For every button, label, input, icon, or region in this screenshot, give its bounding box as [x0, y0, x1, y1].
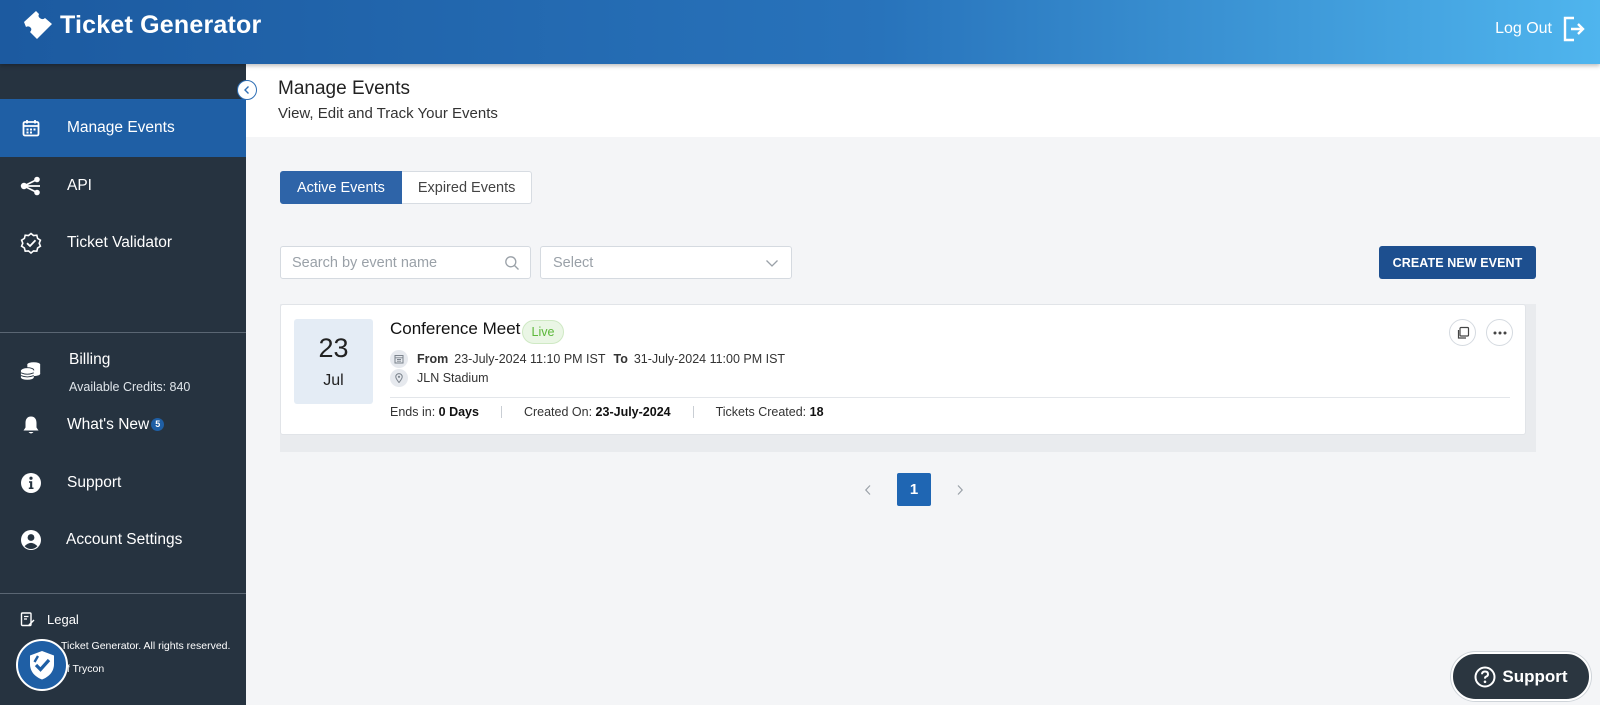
ends-in-value: 0 Days [438, 405, 479, 419]
sidebar-item-label: Support [67, 474, 122, 491]
tab-active-events[interactable]: Active Events [280, 171, 402, 204]
tab-expired-events[interactable]: Expired Events [401, 171, 533, 204]
stat-separator [692, 406, 694, 418]
sidebar-item-label: API [67, 177, 92, 194]
event-month: Jul [323, 372, 344, 389]
page-number-current[interactable]: 1 [897, 473, 931, 506]
sidebar-collapse-button[interactable] [237, 80, 257, 100]
sidebar-item-ticket-validator[interactable]: Ticket Validator [0, 214, 246, 272]
share-nodes-icon [20, 175, 42, 197]
document-edit-icon [20, 612, 35, 627]
legal-label: Legal [47, 612, 79, 627]
to-date: 31-July-2024 11:00 PM IST [633, 352, 786, 366]
chevron-left-icon [244, 86, 249, 94]
tickets-created-label: Tickets Created: [715, 405, 807, 419]
user-circle-icon [20, 529, 42, 551]
search-box [280, 246, 531, 279]
created-on: Created On: 23-July-2024 [524, 405, 671, 419]
tickets-created: Tickets Created: 18 [716, 405, 824, 419]
event-date-box: 23 Jul [294, 319, 373, 404]
calendar-small-icon [390, 350, 408, 368]
sidebar-item-whats-new[interactable]: What's New 5 [0, 396, 246, 454]
prev-page-button[interactable] [855, 473, 881, 506]
next-page-button[interactable] [947, 473, 973, 506]
event-divider [390, 397, 1510, 398]
ends-in: Ends in: 0 Days [390, 405, 479, 419]
ends-in-label: Ends in: [390, 405, 436, 419]
create-new-event-button[interactable]: CREATE NEW EVENT [1379, 246, 1536, 279]
sidebar-item-support[interactable]: Support [0, 454, 246, 512]
chevron-down-icon [766, 260, 778, 267]
copy-event-button[interactable] [1449, 319, 1476, 346]
sidebar-item-account-settings[interactable]: Account Settings [0, 511, 246, 569]
created-on-value: 23-July-2024 [595, 405, 671, 419]
status-badge: Live [522, 320, 564, 344]
shield-widget-button[interactable] [16, 639, 68, 691]
ticket-logo-icon [24, 11, 52, 39]
copy-icon [1457, 326, 1469, 339]
event-day: 23 [318, 333, 349, 363]
badge-check-icon [20, 232, 42, 254]
legal-link[interactable]: Legal [20, 612, 79, 627]
coins-icon [20, 360, 42, 382]
location-pin-icon [390, 369, 408, 387]
sidebar-item-label: Ticket Validator [67, 234, 173, 251]
page-title: Manage Events [278, 78, 411, 99]
logout-button[interactable]: Log Out [1495, 16, 1586, 42]
sidebar-item-label: Manage Events [67, 119, 175, 136]
info-icon [20, 472, 42, 494]
sidebar-item-billing[interactable]: Billing Available Credits: 840 [0, 342, 246, 402]
bell-icon [20, 414, 42, 436]
sidebar: Manage Events API Ticket Validator Billi… [0, 64, 246, 705]
whats-new-label: What's New 5 [67, 416, 165, 434]
event-name[interactable]: Conference Meet [390, 319, 520, 339]
whats-new-text: What's New [67, 416, 150, 433]
from-date: 23-July-2024 11:10 PM IST [454, 352, 606, 366]
sidebar-item-api[interactable]: API [0, 157, 246, 215]
sidebar-divider [0, 332, 246, 333]
shield-check-icon [30, 651, 54, 680]
top-header: Ticket Generator Log Out [0, 0, 1600, 64]
tickets-created-value: 18 [809, 405, 824, 419]
more-options-button[interactable] [1486, 319, 1513, 346]
chevron-right-icon [957, 484, 964, 495]
whats-new-count-badge: 5 [151, 418, 165, 431]
event-schedule: From 23-July-2024 11:10 PM IST To 31-Jul… [390, 350, 785, 368]
created-on-label: Created On: [523, 405, 593, 419]
available-credits: Available Credits: 840 [69, 380, 191, 394]
event-list: 23 Jul Conference Meet Live From 23-July… [280, 304, 1536, 452]
to-label: To [613, 352, 628, 366]
logout-label: Log Out [1495, 20, 1552, 37]
chevron-left-icon [864, 484, 871, 495]
support-label: Support [1502, 666, 1568, 686]
page-subtitle: View, Edit and Track Your Events [278, 105, 498, 122]
venue-name: JLN Stadium [417, 371, 489, 385]
search-input[interactable] [281, 247, 491, 278]
brand-name: Ticket Generator [60, 10, 262, 39]
event-stats: Ends in: 0 Days Created On: 23-July-2024… [390, 405, 824, 419]
pagination: 1 [855, 473, 973, 506]
event-venue: JLN Stadium [390, 369, 489, 387]
select-value: Select [553, 255, 594, 271]
from-label: From [417, 352, 449, 366]
copyright-text: Ticket Generator. All rights reserved. [61, 640, 231, 652]
sidebar-item-label: Account Settings [66, 531, 183, 548]
page-header: Manage Events View, Edit and Track Your … [246, 64, 1600, 137]
filter-select[interactable]: Select [540, 246, 792, 279]
sidebar-divider [0, 593, 246, 594]
help-circle-icon [1474, 666, 1496, 687]
search-icon[interactable] [504, 255, 520, 271]
brand[interactable]: Ticket Generator [22, 10, 261, 40]
event-card[interactable]: 23 Jul Conference Meet Live From 23-July… [280, 304, 1526, 435]
ellipsis-icon [1493, 331, 1506, 334]
logout-icon [1563, 16, 1585, 42]
sidebar-item-manage-events[interactable]: Manage Events [0, 99, 246, 157]
calendar-icon [20, 117, 42, 139]
billing-label: Billing [69, 351, 111, 368]
support-chat-button[interactable]: Support [1451, 652, 1591, 701]
event-tabs: Active Events Expired Events [280, 171, 533, 204]
stat-separator [500, 406, 502, 418]
